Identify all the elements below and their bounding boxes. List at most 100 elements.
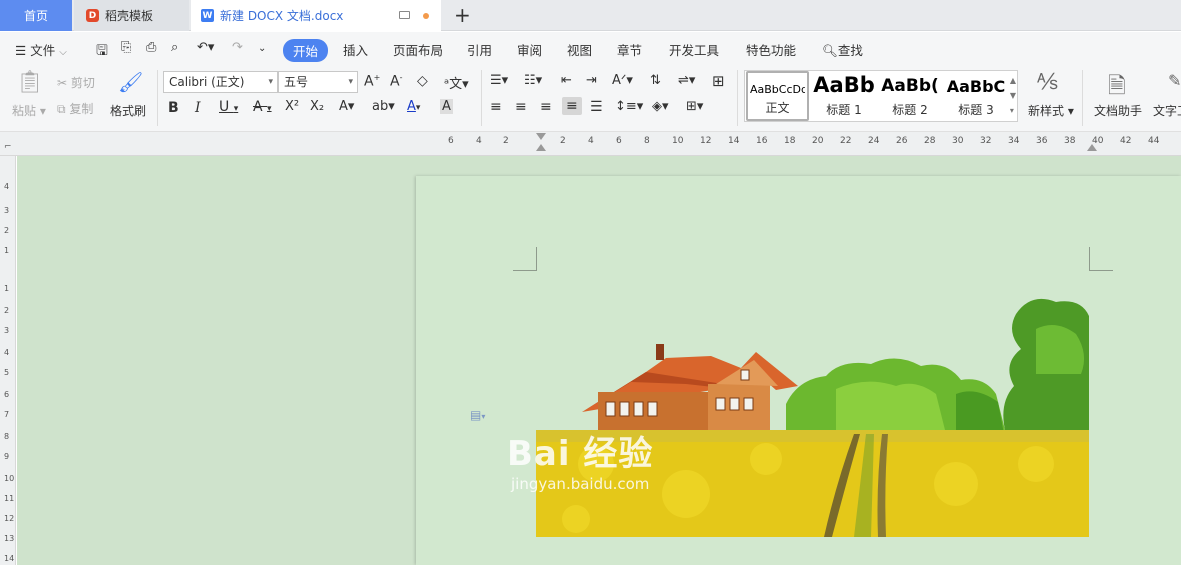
tab-special-features[interactable]: 特色功能 (746, 40, 796, 59)
italic-icon[interactable]: I (195, 100, 201, 116)
style-normal[interactable]: AaBbCcDd 正文 (746, 71, 809, 121)
inserted-picture[interactable] (536, 294, 1089, 537)
style-heading-1[interactable]: AaBb 标题 1 (811, 71, 877, 121)
word-doc-icon: W (201, 9, 214, 22)
tab-document[interactable]: W 新建 DOCX 文档.docx (191, 0, 441, 31)
distributed-icon[interactable]: ☰ (590, 99, 603, 115)
ruler-tick-label: 42 (1120, 136, 1132, 146)
shrink-font-icon[interactable]: A- (390, 73, 402, 90)
style-heading-3[interactable]: AaBbC 标题 3 (943, 71, 1009, 121)
font-size-select[interactable]: 五号 (278, 71, 358, 93)
screen-icon[interactable] (399, 11, 410, 19)
superscript-icon[interactable]: X² (285, 99, 299, 114)
tab-references[interactable]: 引用 (467, 40, 492, 59)
clear-format-icon[interactable]: ◇ (417, 73, 428, 89)
text-effect-icon[interactable]: A▾ (339, 99, 354, 114)
increase-indent-icon[interactable]: ⇥ (586, 73, 597, 88)
vertical-ruler[interactable]: 4 3 2 1 1 2 3 4 5 6 7 8 9 10 11 12 13 14 (0, 156, 16, 565)
ruler-tick-label: 6 (4, 390, 10, 399)
document-canvas[interactable]: ▤▾ Bai 经验 jingyan.baidu.com (17, 156, 1181, 565)
file-menu-label: 文件 (30, 43, 56, 58)
new-tab-button[interactable]: + (454, 4, 471, 26)
shading-icon[interactable]: ◈▾ (652, 99, 669, 114)
ruler-tick-label: 26 (896, 136, 908, 146)
format-painter-icon[interactable]: 🖌︎ (118, 70, 143, 94)
tab-stop-icon[interactable]: ⌐ (4, 142, 12, 152)
chevron-down-icon: ⌵ (59, 47, 67, 58)
subscript-icon[interactable]: X₂ (310, 99, 324, 114)
paragraph-layout-icon[interactable]: ▤▾ (470, 408, 485, 422)
hanging-indent-marker[interactable] (536, 144, 546, 151)
tab-developer[interactable]: 开发工具 (669, 40, 719, 59)
tab-page-layout[interactable]: 页面布局 (393, 40, 443, 59)
tab-insert[interactable]: 插入 (343, 40, 368, 59)
tab-docer[interactable]: D 稻壳模板 (74, 0, 189, 31)
tab-review[interactable]: 审阅 (517, 40, 542, 59)
copy-button[interactable]: ⧉ 复制 (57, 100, 93, 117)
font-name-select[interactable]: Calibri (正文) (163, 71, 278, 93)
ruler-tick-label: 10 (4, 474, 15, 483)
ruler-tick-label: 6 (448, 136, 454, 146)
divider (481, 70, 482, 126)
grow-font-icon[interactable]: A+ (364, 73, 380, 90)
strikethrough-icon[interactable]: A ▾ (253, 99, 272, 115)
ruler-tick-label: 32 (980, 136, 992, 146)
ruler-tick-label: 2 (503, 136, 509, 146)
paste-icon[interactable]: 📋︎ (16, 70, 44, 95)
export-icon[interactable]: ⎘ (121, 40, 131, 55)
print-icon[interactable]: ⎙ (146, 40, 156, 55)
text-tool-icon[interactable]: ✎ (1168, 71, 1181, 90)
align-right-icon[interactable]: ≡ (540, 99, 552, 115)
cut-button[interactable]: ✂ 剪切 (57, 74, 95, 91)
justify-icon[interactable]: ≡ (562, 97, 582, 115)
line-spacing-icon[interactable]: ↕≡▾ (615, 99, 643, 114)
save-icon[interactable]: 🖫 (96, 40, 108, 64)
table-grid-icon[interactable]: ⊞ (712, 72, 725, 90)
undo-icon[interactable]: ↶▾ (197, 40, 214, 55)
styles-scroll-icon[interactable]: ▲ ▼ ▾ (1010, 73, 1016, 118)
new-style-icon[interactable]: ⅍ (1037, 69, 1058, 95)
redo-icon[interactable]: ↷ (232, 40, 243, 55)
tab-view[interactable]: 视图 (567, 40, 592, 59)
first-indent-marker[interactable] (536, 133, 546, 140)
quick-access-dropdown-icon[interactable]: ⌄ (258, 43, 266, 54)
search-button[interactable]: 🔍︎查找 (822, 40, 863, 59)
tab-start[interactable]: 开始 (283, 39, 329, 62)
line-spacing-menu-icon[interactable]: ⇌▾ (678, 73, 695, 88)
numbered-list-icon[interactable]: ☷▾ (524, 73, 542, 88)
char-shading-icon[interactable]: A (440, 99, 453, 114)
format-painter-button[interactable]: 格式刷 (110, 102, 146, 119)
bold-icon[interactable]: B (168, 100, 179, 116)
ruler-tick-label: 12 (700, 136, 712, 146)
bullet-list-icon[interactable]: ☰▾ (490, 73, 508, 88)
print-preview-icon[interactable]: ⌕ (171, 40, 178, 55)
tab-chapter[interactable]: 章节 (617, 40, 642, 59)
ruler-tick-label: 12 (4, 514, 15, 523)
paste-button[interactable]: 粘贴 ▾ (12, 102, 46, 119)
text-direction-icon[interactable]: Aᐟ▾ (612, 73, 633, 88)
new-style-button[interactable]: 新样式 ▾ (1028, 102, 1074, 119)
doc-assistant-button[interactable]: 文档助手 (1094, 102, 1142, 119)
style-heading-2[interactable]: AaBb( 标题 2 (877, 71, 943, 121)
ruler-tick-label: 24 (868, 136, 880, 146)
ruler-tick-label: 34 (1008, 136, 1020, 146)
font-color-icon[interactable]: A▾ (407, 99, 420, 114)
ruler-tick-label: 20 (812, 136, 824, 146)
document-page[interactable]: ▤▾ (416, 176, 1181, 565)
align-left-icon[interactable]: ≡ (490, 99, 502, 115)
docer-icon: D (86, 9, 99, 22)
border-icon[interactable]: ⊞▾ (686, 99, 703, 114)
underline-icon[interactable]: U ▾ (219, 99, 238, 115)
tab-home[interactable]: 首页 (0, 0, 72, 31)
ruler-tick-label: 3 (4, 326, 10, 335)
highlight-icon[interactable]: ab▾ (372, 99, 395, 114)
phonetic-guide-icon[interactable]: ᵃ文▾ (444, 73, 469, 92)
sort-icon[interactable]: ⇅ (650, 73, 661, 88)
align-center-icon[interactable]: ≡ (515, 99, 527, 115)
new-style-label: 新样式 (1028, 104, 1065, 118)
horizontal-ruler[interactable]: ⌐ 6 4 2 2 4 6 8 10 12 14 16 18 20 22 24 26 28 30 32 34 36 38 4… (0, 132, 1181, 156)
decrease-indent-icon[interactable]: ⇤ (561, 73, 572, 88)
file-menu[interactable]: ☰ 文件 ⌵ (15, 40, 67, 59)
text-tool-button[interactable]: 文字工 (1153, 102, 1181, 119)
ruler-tick-label: 1 (4, 284, 10, 293)
